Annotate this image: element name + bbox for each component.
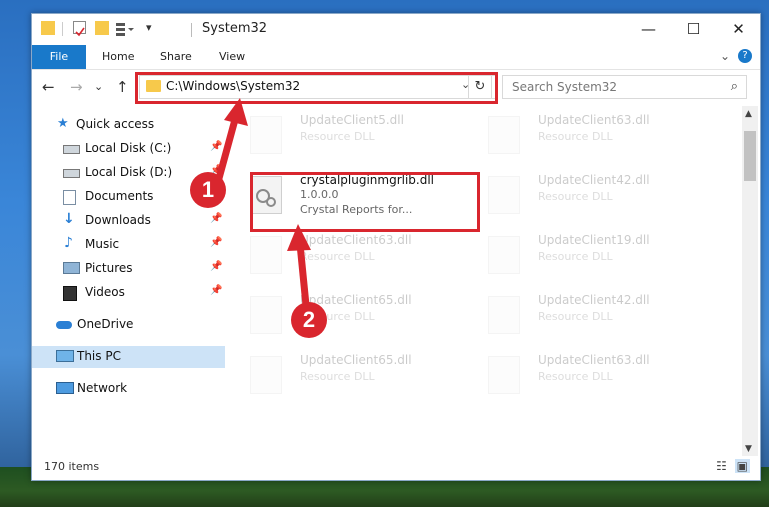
arrow-1-line [214,115,240,183]
callout-step-2: 2 [291,302,327,338]
arrow-2-line [296,243,310,306]
callout-step-1: 1 [190,172,226,208]
arrow-1-head [224,98,248,126]
arrow-2-head [287,224,311,251]
annotation-arrows [214,98,311,306]
